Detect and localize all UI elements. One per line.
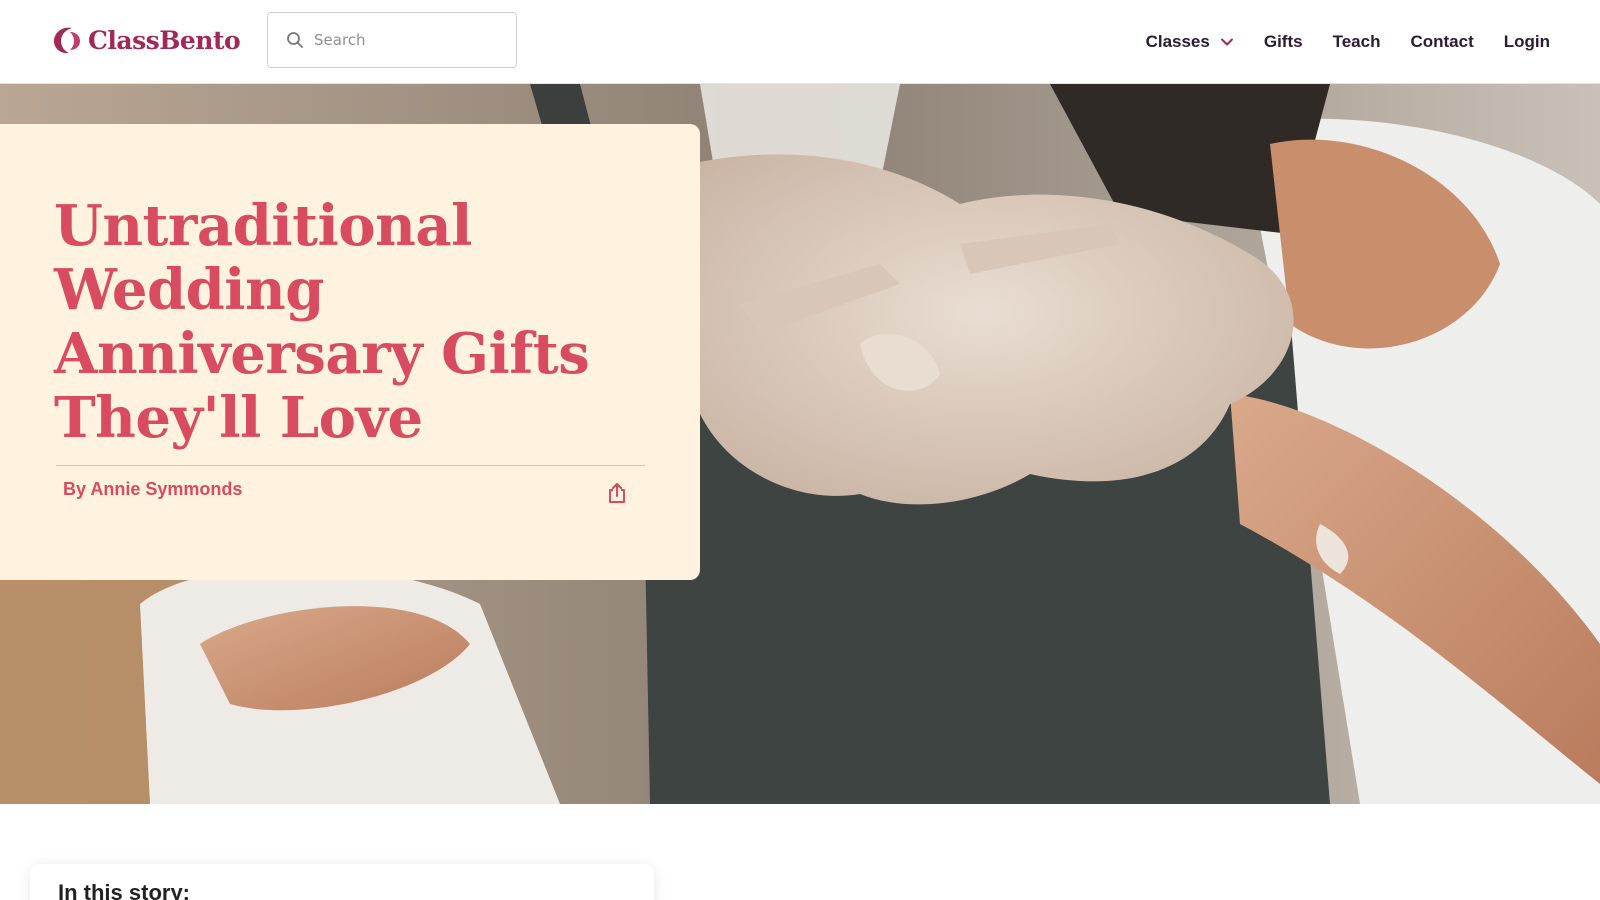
story-toc: In this story: (30, 864, 654, 900)
author-byline: By Annie Symmonds (63, 479, 243, 499)
nav-login-label: Login (1503, 32, 1550, 51)
site-header: ClassBento Classes Gifts Teach Contact L… (0, 0, 1600, 84)
nav-contact-label: Contact (1410, 32, 1474, 51)
search-box[interactable] (267, 12, 517, 68)
logo-mark-icon (54, 27, 80, 54)
nav-classes-label: Classes (1145, 32, 1210, 51)
nav-gifts-label: Gifts (1263, 32, 1303, 51)
page-title: Untraditional Wedding Anniversary Gifts … (54, 193, 590, 451)
nav-teach-label: Teach (1332, 32, 1381, 51)
chevron-down-icon (1220, 38, 1233, 46)
share-icon (609, 483, 625, 503)
logo-text: ClassBento (88, 25, 241, 55)
nav-gifts[interactable]: Gifts (1264, 32, 1303, 52)
logo[interactable]: ClassBento (50, 22, 241, 58)
main-nav: Classes Gifts Teach Contact Login (1146, 0, 1550, 84)
share-button[interactable] (604, 480, 630, 506)
search-input[interactable] (314, 31, 494, 49)
nav-classes[interactable]: Classes (1146, 32, 1234, 52)
search-icon (287, 32, 303, 48)
hero-divider (56, 465, 645, 466)
hero-card: Untraditional Wedding Anniversary Gifts … (0, 124, 700, 580)
nav-contact[interactable]: Contact (1410, 32, 1473, 52)
nav-teach[interactable]: Teach (1333, 32, 1381, 52)
story-heading: In this story: (58, 880, 191, 900)
nav-login[interactable]: Login (1504, 32, 1550, 52)
hero-section: Untraditional Wedding Anniversary Gifts … (0, 84, 1600, 804)
